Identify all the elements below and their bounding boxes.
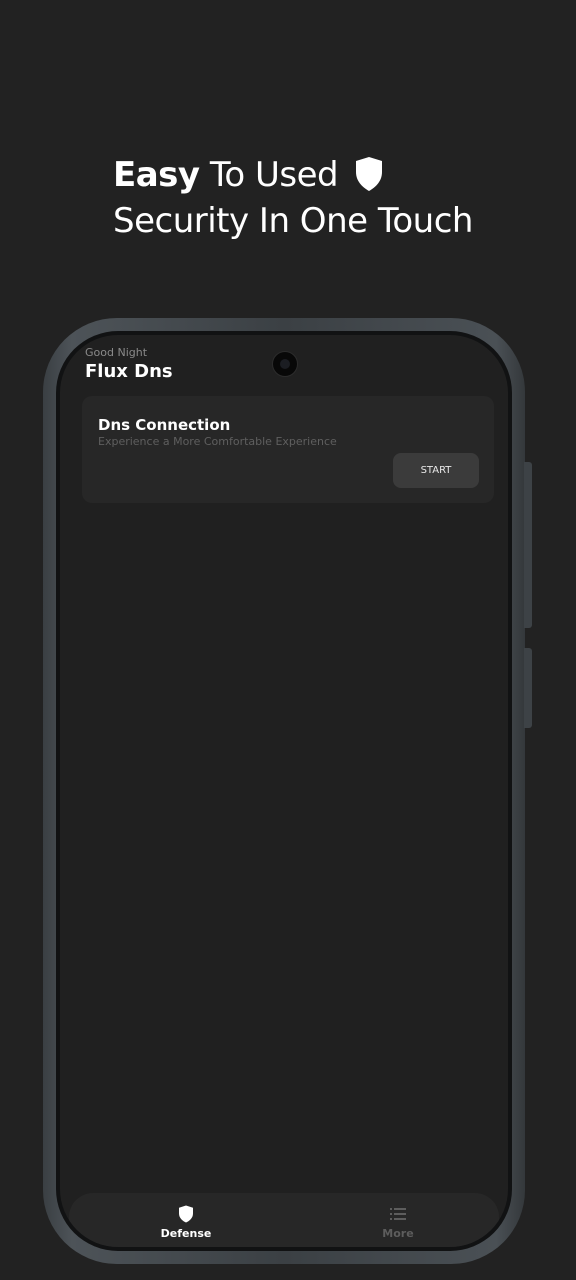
headline-line-1: Easy To Used bbox=[113, 152, 473, 198]
nav-item-defense[interactable]: Defense bbox=[126, 1193, 246, 1247]
phone-volume-button bbox=[524, 648, 532, 728]
greeting-text: Good Night bbox=[85, 346, 148, 359]
front-camera bbox=[272, 351, 298, 377]
nav-item-more[interactable]: More bbox=[338, 1193, 458, 1247]
nav-item-label: Defense bbox=[160, 1227, 212, 1240]
card-subtitle: Experience a More Comfortable Experience bbox=[98, 435, 337, 448]
phone-power-button bbox=[524, 462, 532, 628]
promo-page: Easy To Used Security In One Touch Good … bbox=[0, 0, 576, 1280]
promo-headline: Easy To Used Security In One Touch bbox=[113, 152, 473, 244]
headline-bold-word: Easy bbox=[113, 155, 200, 195]
card-title: Dns Connection bbox=[98, 416, 231, 434]
phone-screen: Good Night Flux Dns Dns Connection Exper… bbox=[60, 335, 508, 1247]
shield-icon bbox=[356, 157, 383, 191]
list-icon bbox=[390, 1208, 406, 1220]
start-button[interactable]: START bbox=[393, 453, 479, 488]
app-title: Flux Dns bbox=[85, 361, 173, 382]
headline-rest: To Used bbox=[199, 155, 339, 195]
shield-icon bbox=[179, 1205, 193, 1223]
dns-connection-card: Dns Connection Experience a More Comfort… bbox=[82, 396, 494, 503]
headline-line-2: Security In One Touch bbox=[113, 201, 473, 241]
bottom-navigation: Defense More bbox=[69, 1193, 499, 1247]
nav-item-label: More bbox=[382, 1227, 414, 1240]
